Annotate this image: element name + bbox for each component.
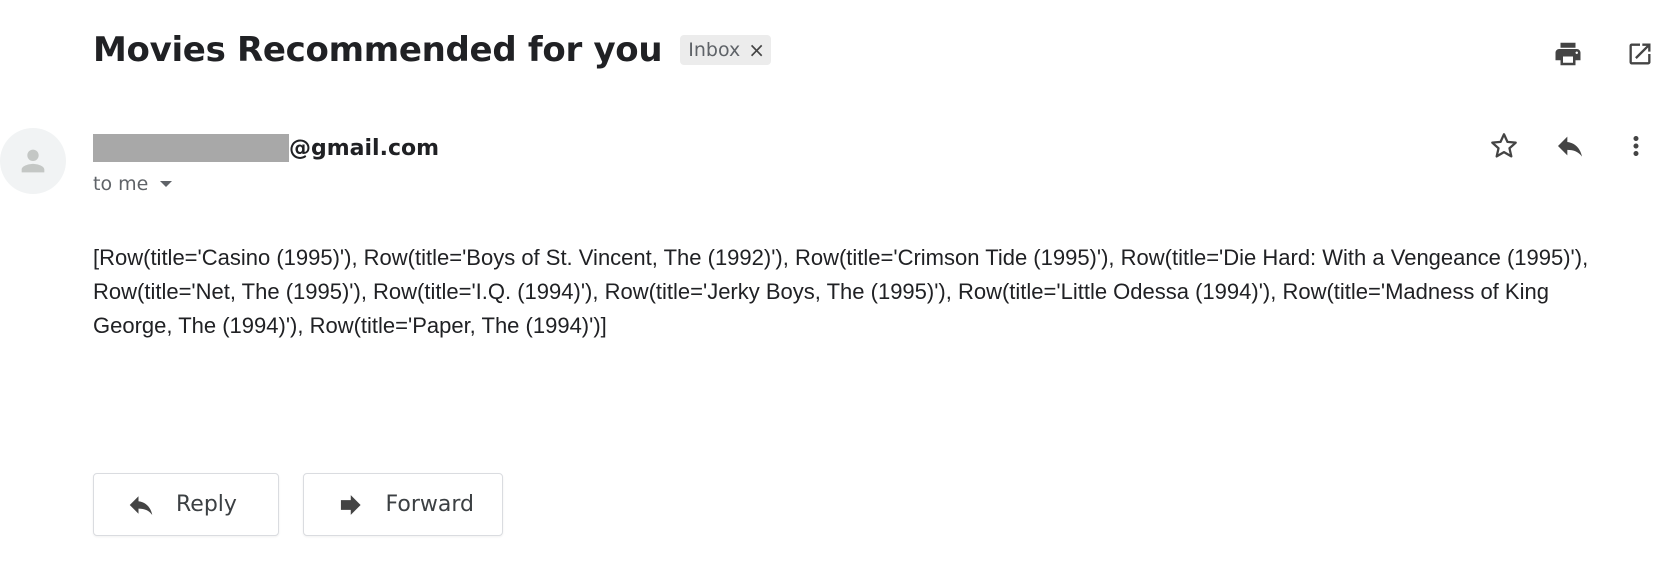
sender[interactable]: @gmail.com [93, 134, 439, 162]
reply-icon [1558, 136, 1582, 157]
label-chip-text: Inbox [688, 39, 741, 61]
open-in-new-window-button[interactable] [1624, 38, 1656, 70]
chevron-down-icon [160, 181, 173, 187]
forward-button[interactable]: Forward [303, 473, 503, 536]
open-in-new-window-icon [1629, 43, 1651, 65]
subject-row: Movies Recommended for you Inbox × [93, 30, 772, 70]
star-icon [1491, 133, 1517, 158]
email-body: [Row(title='Casino (1995)'), Row(title='… [93, 245, 1589, 338]
print-icon [1555, 42, 1581, 66]
more-vert-icon [1633, 136, 1639, 156]
recipient-details-toggle[interactable]: to me [93, 173, 173, 195]
remove-label-button[interactable]: × [748, 38, 765, 62]
forward-icon [340, 494, 361, 515]
person-icon [21, 149, 45, 173]
sender-avatar[interactable] [0, 128, 66, 194]
redacted-sender-name [93, 134, 289, 162]
sender-email-domain: @gmail.com [289, 135, 440, 161]
recipient-text: to me [93, 173, 149, 195]
print-all-button[interactable] [1552, 38, 1584, 70]
inbox-label-chip[interactable]: Inbox × [680, 35, 772, 65]
reply-icon-button[interactable] [1554, 130, 1586, 162]
reply-button-label: Reply [176, 492, 237, 517]
reply-icon [129, 495, 153, 515]
forward-button-label: Forward [385, 492, 474, 517]
thread-toolbar [1552, 38, 1656, 70]
more-options-button[interactable] [1620, 130, 1652, 162]
reply-button[interactable]: Reply [93, 473, 279, 536]
email-subject: Movies Recommended for you [93, 30, 663, 70]
reply-actions: Reply Forward [93, 473, 503, 536]
star-button[interactable] [1488, 130, 1520, 162]
message-toolbar [1488, 130, 1652, 162]
